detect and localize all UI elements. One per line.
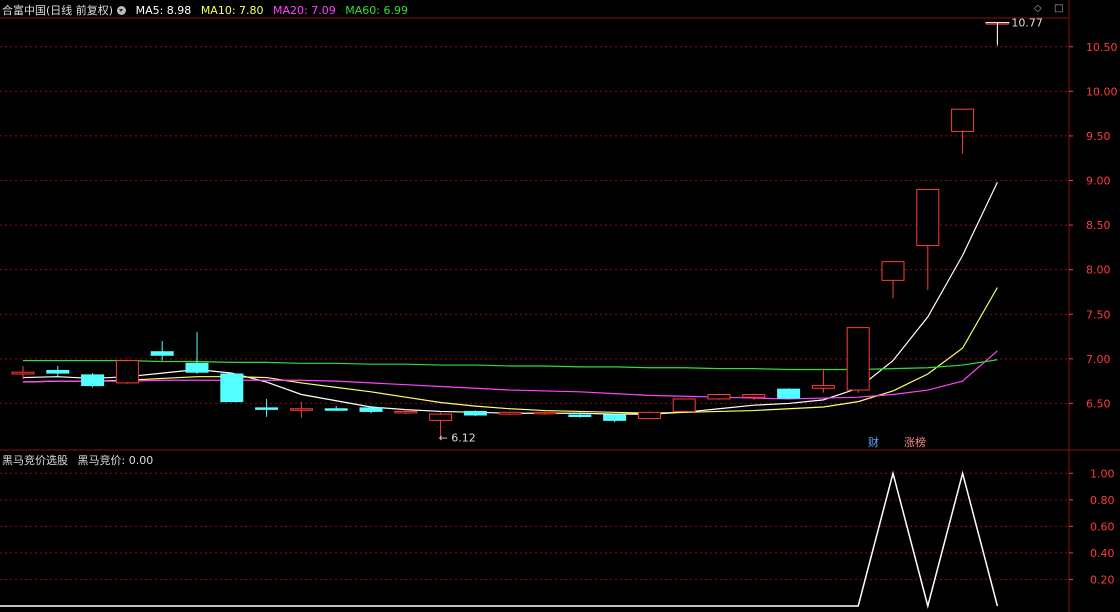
- main-grid: [0, 0, 1120, 612]
- main-header: 合富中国(日线 前复权) MA5: 8.98 MA10: 7.80 MA20: …: [2, 2, 414, 18]
- axis-tick-label: 7.50: [1086, 308, 1111, 321]
- ma10-value: MA10: 7.80: [200, 4, 264, 17]
- candle-body[interactable]: [150, 351, 174, 356]
- indicator-line: [0, 470, 999, 609]
- axis-tick-label: 9.50: [1086, 130, 1111, 143]
- candle-body[interactable]: [429, 413, 453, 421]
- candlesticks[interactable]: [11, 22, 1009, 438]
- candle-body[interactable]: [881, 261, 905, 281]
- candle-body[interactable]: [394, 410, 418, 414]
- candle-body[interactable]: [324, 408, 348, 411]
- candle-body[interactable]: [568, 414, 592, 418]
- axis-tick-label: 8.50: [1086, 219, 1111, 232]
- candle-body[interactable]: [672, 398, 696, 412]
- price-axis: 6.50 7.00 7.50 8.00 8.50 9.00 9.50 10.00 10.50: [1069, 41, 1118, 410]
- square-icon[interactable]: □: [1054, 3, 1063, 14]
- axis-tick-label: 0.80: [1090, 494, 1115, 507]
- axis-tick-label: 10.00: [1086, 85, 1118, 98]
- low-price-label: ← 6.12: [439, 431, 476, 444]
- candle-body[interactable]: [11, 371, 35, 375]
- indicator-line-path: [0, 470, 999, 609]
- axis-tick-label: 0.60: [1090, 520, 1115, 533]
- candle-body[interactable]: [289, 408, 313, 411]
- candle-body[interactable]: [707, 394, 731, 400]
- indicator-title: 黑马竞价选股: [2, 454, 68, 467]
- candle-body[interactable]: [742, 394, 766, 398]
- stock-chart[interactable]: 6.50 7.00 7.50 8.00 8.50 9.00 9.50 10.00 10.50 0…: [0, 0, 1120, 612]
- candle-body[interactable]: [777, 388, 801, 399]
- candle-body[interactable]: [846, 327, 870, 391]
- axis-tick-label: 0.40: [1090, 547, 1115, 560]
- axis-tick-label: 6.50: [1086, 397, 1111, 410]
- candle-body[interactable]: [498, 411, 522, 415]
- indicator-value: 黑马竞价: 0.00: [77, 454, 154, 467]
- axis-tick-label: 10.50: [1086, 41, 1118, 54]
- sub-header: 黑马竞价选股 黑马竞价: 0.00: [2, 452, 159, 468]
- candle-body[interactable]: [533, 411, 557, 415]
- sub-grid: [0, 472, 1068, 580]
- axis-tick-label: 7.00: [1086, 353, 1111, 366]
- high-price-label: 10.77: [1011, 17, 1043, 30]
- axis-tick-label: 0.20: [1090, 573, 1115, 586]
- dot-dropdown-icon[interactable]: [117, 6, 127, 15]
- axis-tick-label: 9.00: [1086, 175, 1111, 188]
- indicator-axis: 0.20 0.40 0.60 0.80 1.00: [1069, 467, 1115, 586]
- ma20-value: MA20: 7.09: [273, 4, 336, 17]
- axis-tick-label: 8.00: [1086, 264, 1111, 277]
- stock-title: 合富中国(日线 前复权): [2, 4, 114, 17]
- candle-body[interactable]: [115, 360, 139, 384]
- price-annotations: 10.77 ← 6.12: [439, 17, 1043, 445]
- candle-body[interactable]: [463, 410, 487, 416]
- candle-body[interactable]: [46, 369, 70, 374]
- candle-body[interactable]: [81, 374, 105, 387]
- candle-body[interactable]: [811, 385, 835, 389]
- candle-body[interactable]: [637, 411, 661, 420]
- candle-body[interactable]: [220, 373, 244, 403]
- axis-tick-label: 1.00: [1090, 467, 1115, 480]
- candle-body[interactable]: [359, 407, 383, 412]
- ma60-value: MA60: 6.99: [345, 4, 408, 17]
- candle-body[interactable]: [603, 414, 627, 421]
- finance-tag[interactable]: 财: [866, 434, 881, 450]
- candle-body[interactable]: [951, 108, 975, 132]
- candle-body[interactable]: [255, 407, 279, 410]
- diamond-icon[interactable]: ◇: [1034, 3, 1042, 14]
- ma5-value: MA5: 8.98: [135, 4, 192, 17]
- limit-up-tag[interactable]: 涨榜: [902, 434, 928, 450]
- candle-body[interactable]: [185, 362, 209, 373]
- candle-body[interactable]: [916, 188, 940, 247]
